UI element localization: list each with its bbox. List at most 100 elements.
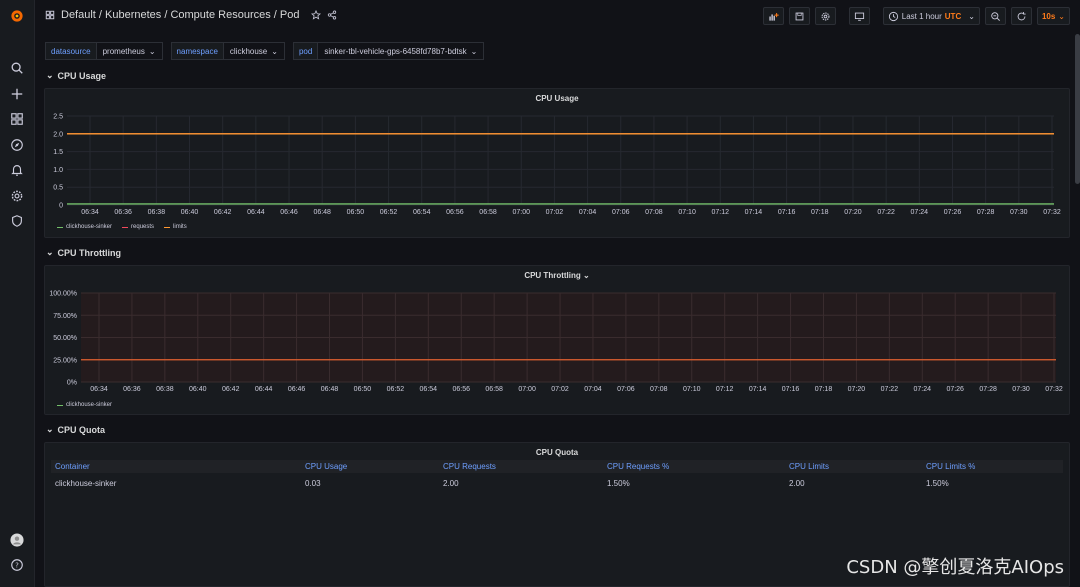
add-panel-icon (769, 12, 779, 21)
grafana-logo-icon[interactable] (7, 6, 27, 26)
legend-label: clickhouse-sinker (66, 224, 113, 230)
table-cell: 1.50% (607, 478, 630, 488)
legend-label: limits (173, 224, 187, 230)
x-tick-label: 06:42 (222, 386, 240, 393)
page-scrollbar[interactable] (1075, 34, 1080, 184)
row-header-cpu-usage[interactable]: ⌄ CPU Usage (46, 70, 106, 81)
column-header[interactable]: CPU Requests (439, 460, 603, 473)
save-icon (795, 12, 804, 20)
y-tick-label: 0.5 (53, 185, 63, 192)
x-tick-label: 06:34 (90, 386, 108, 393)
legend-item[interactable]: clickhouse-sinker (57, 402, 112, 408)
column-header[interactable]: CPU Usage (301, 460, 439, 473)
x-tick-label: 06:54 (420, 386, 438, 393)
legend-swatch (122, 226, 129, 228)
zoom-out-button[interactable] (984, 7, 1006, 25)
cycle-view-mode-button[interactable] (848, 7, 870, 25)
column-header[interactable]: CPU Requests % (603, 460, 785, 473)
x-tick-label: 06:34 (81, 209, 99, 216)
search-icon[interactable] (7, 58, 27, 78)
x-tick-label: 07:06 (617, 386, 635, 393)
column-header[interactable]: Container (51, 460, 301, 473)
variable-select[interactable]: clickhouse ⌄ (223, 42, 285, 60)
star-icon[interactable] (311, 10, 322, 20)
legend-label: clickhouse-sinker (66, 402, 113, 408)
help-icon[interactable]: ? (7, 555, 27, 575)
variable-select[interactable]: sinker-tbl-vehicle-gps-6458fd78b7-bdtsk ⌄ (318, 42, 485, 60)
refresh-button[interactable] (1010, 7, 1032, 25)
x-tick-label: 07:20 (844, 209, 862, 216)
y-tick-label: 50.00% (53, 335, 77, 342)
column-header[interactable]: CPU Limits (785, 460, 922, 473)
table-cell: 2.00 (443, 478, 459, 488)
panel-title[interactable]: CPU Quota (45, 448, 1069, 457)
legend-label: requests (131, 224, 155, 230)
dashboard-settings-button[interactable] (814, 7, 836, 25)
variable-datasource[interactable]: datasource prometheus ⌄ (45, 42, 163, 60)
y-tick-label: 2.5 (53, 114, 63, 121)
x-tick-label: 07:04 (584, 386, 602, 393)
variable-label: pod (292, 42, 319, 60)
variable-select[interactable]: prometheus ⌄ (96, 42, 163, 60)
legend-item[interactable]: clickhouse-sinker (57, 224, 112, 230)
dashboards-grid-icon[interactable] (7, 109, 27, 129)
x-tick-label: 06:38 (156, 386, 174, 393)
y-tick-label: 1.5 (53, 149, 63, 156)
row-title: CPU Usage (57, 70, 107, 81)
cpu-usage-chart[interactable]: 0 0.5 1.0 1.5 2.0 2.5 06:34 06:36 06:38 06:40 06:4… (45, 89, 1071, 239)
y-tick-label: 0% (67, 380, 77, 387)
table-cell: 2.00 (789, 478, 805, 488)
x-tick-label: 06:56 (452, 386, 470, 393)
breadcrumb-path[interactable]: Default / Kubernetes / Compute Resources… (61, 9, 299, 21)
x-tick-label: 07:10 (683, 386, 701, 393)
y-tick-label: 1.0 (53, 167, 63, 174)
variable-value: clickhouse (229, 46, 268, 56)
panel-cpu-usage: CPU Usage 0 0.5 1.0 1.5 2.0 2.5 06:34 06:36 06:3… (44, 88, 1070, 238)
x-tick-label: 07:26 (946, 386, 964, 393)
x-tick-label: 06:38 (148, 209, 166, 216)
x-tick-label: 06:54 (413, 209, 431, 216)
legend-item[interactable]: limits (164, 224, 187, 230)
x-tick-label: 07:32 (1043, 209, 1061, 216)
column-header[interactable]: CPU Limits % (922, 460, 1063, 473)
add-panel-button[interactable] (762, 7, 784, 25)
save-dashboard-button[interactable] (788, 7, 810, 25)
clock-icon (888, 11, 898, 21)
explore-compass-icon[interactable] (7, 135, 27, 155)
alerting-bell-icon[interactable] (7, 160, 27, 180)
grafana-app: ? Default / Kubernetes / Compute Resourc… (0, 0, 1080, 587)
x-tick-label: 07:20 (848, 386, 866, 393)
variable-pod[interactable]: pod sinker-tbl-vehicle-gps-6458fd78b7-bd… (292, 42, 485, 60)
x-tick-label: 07:24 (914, 386, 932, 393)
x-tick-label: 07:24 (911, 209, 929, 216)
x-tick-label: 07:22 (877, 209, 895, 216)
timezone-label: UTC (944, 11, 962, 21)
variable-namespace[interactable]: namespace clickhouse ⌄ (170, 42, 285, 60)
row-header-cpu-quota[interactable]: ⌄ CPU Quota (46, 424, 105, 435)
x-tick-label: 06:48 (321, 386, 339, 393)
x-tick-label: 07:26 (944, 209, 962, 216)
share-icon[interactable] (327, 10, 337, 20)
x-tick-label: 07:14 (749, 386, 767, 393)
refresh-interval-picker[interactable]: 10s ⌄ (1036, 7, 1070, 25)
time-picker-button[interactable]: Last 1 hour UTC ⌄ (882, 7, 980, 25)
configuration-gear-icon[interactable] (7, 186, 27, 206)
user-avatar[interactable] (7, 530, 27, 550)
create-plus-icon[interactable] (7, 84, 27, 104)
x-tick-label: 06:36 (123, 386, 141, 393)
x-tick-label: 06:46 (280, 209, 298, 216)
zoom-out-icon (991, 11, 1000, 21)
x-tick-label: 07:28 (979, 386, 997, 393)
server-admin-shield-icon[interactable] (7, 211, 27, 231)
row-header-cpu-throttling[interactable]: ⌄ CPU Throttling (46, 247, 121, 258)
x-tick-label: 07:08 (645, 209, 663, 216)
cpu-throttling-chart[interactable]: 0% 25.00% 50.00% 75.00% 100.00% 06:34 06:36 06:… (45, 266, 1071, 416)
x-tick-label: 06:52 (380, 209, 398, 216)
y-tick-label: 25.00% (53, 357, 77, 364)
top-navbar: Default / Kubernetes / Compute Resources… (35, 0, 1080, 32)
x-tick-label: 06:56 (446, 209, 464, 216)
x-tick-label: 07:12 (712, 209, 730, 216)
legend-item[interactable]: requests (122, 224, 154, 230)
toolbar: Last 1 hour UTC ⌄ 10s ⌄ (762, 7, 1070, 25)
chevron-down-icon: ⌄ (271, 46, 278, 56)
